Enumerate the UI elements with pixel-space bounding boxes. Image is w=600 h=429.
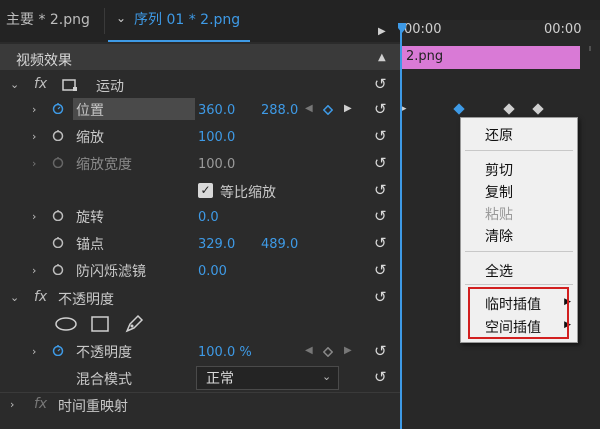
reset-icon[interactable]: ↺ bbox=[374, 368, 387, 386]
tab-divider bbox=[104, 8, 105, 34]
scale-width-value: 100.0 bbox=[198, 157, 236, 172]
time-ruler[interactable] bbox=[400, 40, 600, 51]
chevron-right-icon[interactable]: › bbox=[10, 398, 14, 411]
anchor-label: 锚点 bbox=[76, 237, 104, 253]
stopwatch-icon[interactable] bbox=[52, 209, 64, 225]
tab-sequence[interactable]: 序列 01 * 2.png bbox=[134, 9, 240, 29]
chevron-down-icon[interactable]: ⌄ bbox=[322, 370, 331, 383]
menu-item-clear[interactable]: 清除 bbox=[485, 226, 513, 246]
menu-item-restore[interactable]: 还原 bbox=[485, 125, 513, 145]
chevron-down-icon[interactable]: ⌄ bbox=[10, 78, 19, 91]
stopwatch-icon bbox=[52, 156, 64, 172]
timecode-end: 00:00 bbox=[544, 22, 582, 37]
stopwatch-icon[interactable] bbox=[52, 102, 64, 118]
menu-separator bbox=[465, 150, 573, 151]
tab-main-source[interactable]: 主要 * 2.png bbox=[6, 9, 90, 29]
collapse-up-icon[interactable]: ▲ bbox=[378, 52, 386, 63]
reset-icon[interactable]: ↺ bbox=[374, 288, 387, 306]
blend-mode-label: 混合模式 bbox=[76, 372, 132, 388]
chevron-right-icon[interactable]: › bbox=[32, 210, 36, 223]
menu-item-select-all[interactable]: 全选 bbox=[485, 261, 513, 281]
reset-icon[interactable]: ↺ bbox=[374, 154, 387, 172]
context-menu: 还原 剪切 复制 粘贴 清除 全选 临时插值 ▶ 空间插值 ▶ bbox=[460, 117, 578, 343]
timecode-start: 00:00 bbox=[404, 22, 442, 37]
anchor-y-value[interactable]: 489.0 bbox=[261, 237, 298, 252]
highlight-annotation-box bbox=[468, 287, 569, 339]
playhead[interactable] bbox=[400, 28, 402, 429]
prev-keyframe-icon[interactable]: ◀ bbox=[305, 345, 313, 356]
next-keyframe-icon[interactable]: ▶ bbox=[344, 103, 352, 114]
fx-badge: fx bbox=[34, 289, 48, 305]
menu-separator bbox=[465, 251, 573, 252]
opacity-label: 不透明度 bbox=[76, 345, 132, 361]
ellipse-mask-icon[interactable] bbox=[54, 316, 78, 336]
reset-icon[interactable]: ↺ bbox=[374, 261, 387, 279]
pen-mask-icon[interactable] bbox=[124, 314, 144, 338]
anchor-x-value[interactable]: 329.0 bbox=[198, 237, 235, 252]
fx-badge: fx bbox=[34, 396, 48, 412]
add-keyframe-icon[interactable] bbox=[322, 104, 334, 119]
add-keyframe-icon[interactable] bbox=[322, 346, 334, 361]
motion-label: 运动 bbox=[96, 79, 124, 95]
position-label: 位置 bbox=[76, 103, 104, 119]
menu-item-copy[interactable]: 复制 bbox=[485, 182, 513, 202]
reset-icon[interactable]: ↺ bbox=[374, 127, 387, 145]
chevron-down-icon[interactable]: ⌄ bbox=[116, 11, 126, 25]
reset-icon[interactable]: ↺ bbox=[374, 207, 387, 225]
antiflicker-label: 防闪烁滤镜 bbox=[76, 264, 146, 280]
prev-keyframe-icon[interactable]: ◀ bbox=[305, 103, 313, 114]
menu-item-paste: 粘贴 bbox=[485, 207, 513, 223]
reset-icon[interactable]: ↺ bbox=[374, 234, 387, 252]
chevron-down-icon[interactable]: ⌄ bbox=[10, 291, 19, 304]
fx-badge: fx bbox=[34, 76, 48, 92]
chevron-right-icon[interactable]: › bbox=[32, 103, 36, 116]
scale-label: 缩放 bbox=[76, 130, 104, 146]
playhead-handle[interactable] bbox=[398, 22, 406, 37]
blend-mode-value: 正常 bbox=[206, 371, 234, 387]
keyframe-edge-icon: ▸ bbox=[402, 104, 407, 114]
stopwatch-icon[interactable] bbox=[52, 236, 64, 252]
reset-icon[interactable]: ↺ bbox=[374, 75, 387, 93]
stopwatch-icon[interactable] bbox=[52, 129, 64, 145]
panel-title: 视频效果 bbox=[16, 53, 72, 69]
scale-value[interactable]: 100.0 bbox=[198, 130, 235, 145]
stopwatch-icon[interactable] bbox=[52, 344, 64, 360]
uniform-scale-label: 等比缩放 bbox=[220, 185, 276, 201]
antiflicker-value[interactable]: 0.00 bbox=[198, 264, 227, 279]
reset-icon[interactable]: ↺ bbox=[374, 181, 387, 199]
uniform-scale-checkbox[interactable]: ✓ bbox=[198, 183, 213, 198]
next-keyframe-icon[interactable]: ▶ bbox=[344, 345, 352, 356]
menu-item-cut[interactable]: 剪切 bbox=[485, 160, 513, 180]
menu-separator bbox=[465, 284, 573, 285]
opacity-group-label: 不透明度 bbox=[58, 292, 114, 308]
rotation-value[interactable]: 0.0 bbox=[198, 210, 219, 225]
scale-width-label: 缩放宽度 bbox=[76, 157, 132, 173]
reset-icon[interactable]: ↺ bbox=[374, 100, 387, 118]
chevron-right-icon[interactable]: › bbox=[32, 157, 36, 170]
chevron-right-icon[interactable]: › bbox=[32, 345, 36, 358]
position-x-value[interactable]: 360.0 bbox=[198, 103, 235, 118]
stopwatch-icon[interactable] bbox=[52, 263, 64, 279]
divider bbox=[0, 392, 400, 393]
rectangle-mask-icon[interactable] bbox=[90, 315, 110, 337]
reset-icon[interactable]: ↺ bbox=[374, 342, 387, 360]
chevron-right-icon[interactable]: › bbox=[32, 264, 36, 277]
opacity-value[interactable]: 100.0 % bbox=[198, 345, 252, 360]
time-remap-label: 时间重映射 bbox=[58, 399, 128, 415]
position-y-value[interactable]: 288.0 bbox=[261, 103, 298, 118]
clip-name: 2.png bbox=[406, 49, 444, 64]
transform-box-icon[interactable] bbox=[62, 79, 78, 95]
active-tab-indicator bbox=[108, 40, 250, 42]
play-icon[interactable]: ▶ bbox=[378, 26, 386, 37]
chevron-right-icon[interactable]: › bbox=[32, 130, 36, 143]
rotation-label: 旋转 bbox=[76, 210, 104, 226]
